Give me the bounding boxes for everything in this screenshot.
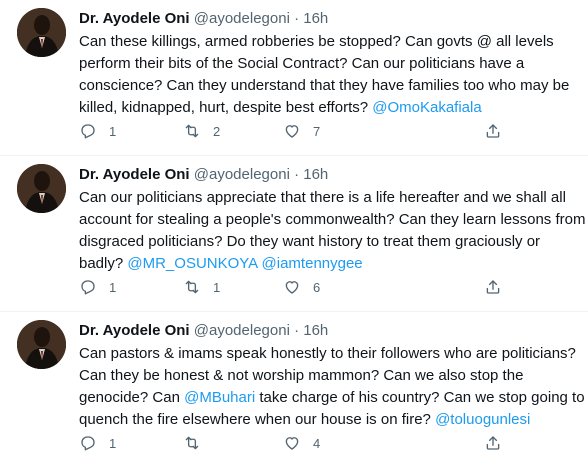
author-handle[interactable]: @ayodelegoni: [194, 10, 290, 27]
author-name[interactable]: Dr. Ayodele Oni: [79, 322, 190, 339]
retweet-button[interactable]: 2: [183, 121, 220, 141]
text-segment: badly?: [79, 255, 128, 272]
tweet[interactable]: Dr. Ayodele Oni @ayodelegoni · 16h Can o…: [0, 156, 588, 312]
tweet-text: Can these killings, armed robberies be s…: [79, 31, 579, 119]
text-segment: Can these killings, armed robberies be s…: [79, 33, 554, 50]
retweet-count: 1: [213, 279, 221, 295]
tweet-text-line: perform their bits of the Social Contrac…: [79, 53, 579, 75]
like-button[interactable]: 7: [283, 121, 320, 141]
separator-dot: ·: [294, 166, 300, 183]
text-segment: killed, kidnapped, hurt, despite best ef…: [79, 99, 373, 116]
mention-link[interactable]: @toluogunlesi: [435, 411, 530, 428]
author-name[interactable]: Dr. Ayodele Oni: [79, 166, 190, 183]
tweet-text-line: killed, kidnapped, hurt, despite best ef…: [79, 97, 579, 119]
tweet-text-line: Can our politicians appreciate that ther…: [79, 187, 579, 209]
tweet-actions: 1 4: [79, 433, 579, 453]
separator-dot: ·: [294, 10, 300, 27]
tweet-feed: Dr. Ayodele Oni @ayodelegoni · 16h Can t…: [0, 0, 588, 467]
avatar-photo: [17, 8, 66, 57]
tweet-text: Can pastors & imams speak honestly to th…: [79, 343, 585, 431]
like-count: 6: [313, 279, 321, 295]
reply-button[interactable]: 1: [79, 277, 116, 297]
author-handle[interactable]: @ayodelegoni: [194, 322, 290, 339]
tweet-header: Dr. Ayodele Oni @ayodelegoni · 16h: [79, 165, 328, 185]
tweet-text-line: badly? @MR_OSUNKOYA @iamtennygee: [79, 253, 579, 275]
avatar[interactable]: [17, 164, 66, 213]
tweet-text-line: Can pastors & imams speak honestly to th…: [79, 343, 579, 365]
text-segment: Can they be honest & not worship mammon?…: [79, 367, 524, 384]
share-icon: [484, 278, 502, 296]
reply-icon: [79, 278, 97, 296]
text-segment: account for stealing a people's commonwe…: [79, 211, 586, 228]
avatar[interactable]: [17, 8, 66, 57]
share-button[interactable]: [484, 433, 502, 453]
share-button[interactable]: [484, 277, 502, 297]
text-segment: disgraced politicians? Do they want hist…: [79, 233, 541, 250]
tweet-actions: 1 2 7: [79, 121, 579, 141]
separator-dot: ·: [294, 322, 300, 339]
mention-link[interactable]: @OmoKakafiala: [372, 99, 481, 116]
tweet-text-line: quench the fire elsewhere when our house…: [79, 409, 579, 431]
reply-count: 1: [109, 123, 117, 139]
reply-icon: [79, 122, 97, 140]
reply-button[interactable]: 1: [79, 121, 116, 141]
tweet-text-line: conscience? Can they understand that the…: [79, 75, 579, 97]
tweet-text-line: account for stealing a people's commonwe…: [79, 209, 585, 231]
text-segment: quench the fire elsewhere when our house…: [79, 411, 436, 428]
like-button[interactable]: 4: [283, 433, 320, 453]
retweet-icon: [183, 122, 201, 140]
heart-icon: [283, 122, 301, 140]
tweet-text-line: Can these killings, armed robberies be s…: [79, 31, 579, 53]
author-handle[interactable]: @ayodelegoni: [194, 166, 290, 183]
author-name[interactable]: Dr. Ayodele Oni: [79, 10, 190, 27]
retweet-count: 2: [213, 123, 221, 139]
text-segment: Can our politicians appreciate that ther…: [79, 189, 566, 206]
tweet-time[interactable]: 16h: [303, 322, 328, 339]
share-icon: [484, 434, 502, 452]
share-button[interactable]: [484, 121, 502, 141]
avatar-photo: [17, 164, 66, 213]
like-count: 7: [313, 123, 321, 139]
mention-link[interactable]: @MBuhari: [184, 389, 255, 406]
tweet[interactable]: Dr. Ayodele Oni @ayodelegoni · 16h Can p…: [0, 312, 588, 467]
avatar-photo: [17, 320, 66, 369]
tweet-text-line: disgraced politicians? Do they want hist…: [79, 231, 579, 253]
reply-count: 1: [109, 279, 117, 295]
text-segment: genocide? Can: [79, 389, 185, 406]
tweet-header: Dr. Ayodele Oni @ayodelegoni · 16h: [79, 9, 328, 29]
tweet[interactable]: Dr. Ayodele Oni @ayodelegoni · 16h Can t…: [0, 0, 588, 156]
heart-icon: [283, 278, 301, 296]
text-segment: conscience? Can they understand that the…: [79, 77, 570, 94]
share-icon: [484, 122, 502, 140]
text-segment: take charge of his country? Can we stop …: [255, 389, 585, 406]
text-segment: Can pastors & imams speak honestly to th…: [79, 345, 576, 362]
retweet-icon: [183, 278, 201, 296]
avatar[interactable]: [17, 320, 66, 369]
tweet-header: Dr. Ayodele Oni @ayodelegoni · 16h: [79, 321, 328, 341]
tweet-actions: 1 1 6: [79, 277, 579, 297]
tweet-text-line: genocide? Can @MBuhari take charge of hi…: [79, 387, 585, 409]
tweet-time[interactable]: 16h: [303, 10, 328, 27]
mention-link[interactable]: @MR_OSUNKOYA: [127, 255, 257, 272]
reply-icon: [79, 434, 97, 452]
tweet-text-line: Can they be honest & not worship mammon?…: [79, 365, 579, 387]
heart-icon: [283, 434, 301, 452]
tweet-text: Can our politicians appreciate that ther…: [79, 187, 585, 275]
retweet-button[interactable]: [183, 433, 213, 453]
like-count: 4: [313, 435, 321, 451]
like-button[interactable]: 6: [283, 277, 320, 297]
reply-count: 1: [109, 435, 117, 451]
reply-button[interactable]: 1: [79, 433, 116, 453]
text-segment: perform their bits of the Social Contrac…: [79, 55, 525, 72]
retweet-icon: [183, 434, 201, 452]
retweet-button[interactable]: 1: [183, 277, 220, 297]
tweet-time[interactable]: 16h: [303, 166, 328, 183]
mention-link[interactable]: @iamtennygee: [262, 255, 363, 272]
